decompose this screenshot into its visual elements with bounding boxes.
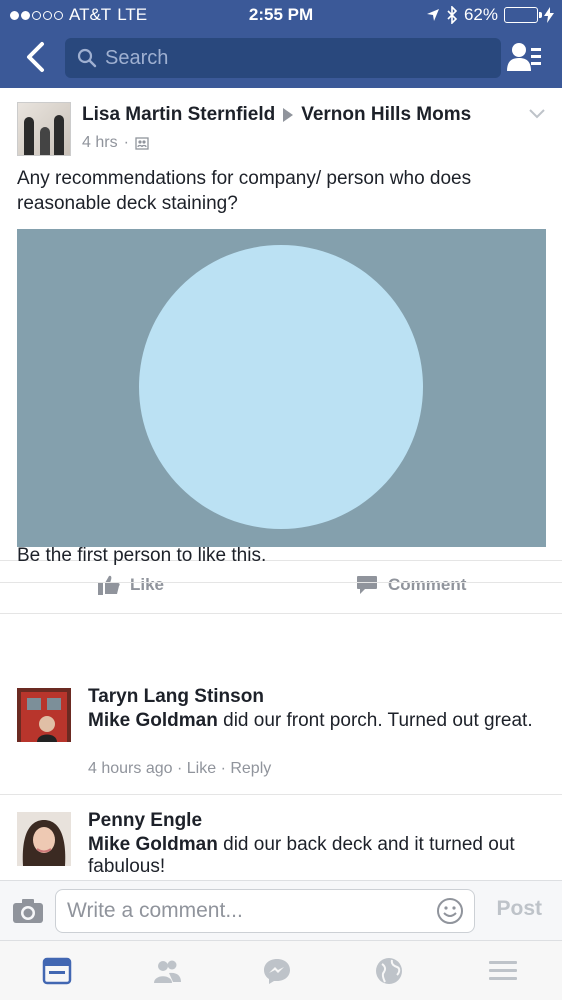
globe-notifications-icon[interactable] [374, 957, 404, 985]
search-placeholder: Search [105, 46, 169, 69]
messenger-icon[interactable] [262, 957, 292, 985]
commenter-avatar[interactable] [17, 688, 71, 742]
comment-meta: 4 hours ago · Like · Reply [88, 760, 271, 778]
comment-placeholder: Write a comment... [67, 899, 243, 922]
battery-icon [504, 7, 542, 23]
comment-text: Mike Goldman did our back deck and it tu… [88, 834, 543, 878]
post-actions: Like Comment [0, 560, 562, 614]
comment-reply-link[interactable]: Reply [230, 760, 271, 777]
comment-composer: Write a comment... Post [0, 880, 562, 940]
comment-like-link[interactable]: Like [187, 760, 216, 777]
post-header: Lisa Martin Sternfield Vernon Hills Moms [82, 104, 471, 126]
mention-link[interactable]: Mike Goldman [88, 834, 218, 855]
friends-icon[interactable] [152, 957, 182, 985]
comment-button[interactable]: Comment [356, 575, 466, 595]
meta-dot: · [220, 760, 231, 777]
news-feed-icon[interactable] [42, 957, 72, 985]
post-button[interactable]: Post [496, 897, 542, 921]
top-navigation-bar: AT&T LTE 2:55 PM 62% Search [0, 0, 562, 88]
divider [0, 582, 562, 583]
image-placeholder-circle [139, 245, 423, 529]
post-text: Any recommendations for company/ person … [17, 168, 472, 214]
comment-input[interactable]: Write a comment... [55, 889, 475, 933]
divider [0, 794, 562, 795]
chevron-down-icon[interactable] [528, 108, 546, 120]
charging-bolt-icon [544, 7, 554, 23]
comment-bubble-icon [357, 576, 377, 594]
bluetooth-icon [447, 6, 458, 24]
comment-label: Comment [388, 575, 467, 594]
meta-dot: · [123, 134, 129, 151]
like-button[interactable]: Like [98, 575, 164, 595]
comment-text: Mike Goldman did our front porch. Turned… [88, 710, 543, 732]
status-bar: AT&T LTE 2:55 PM 62% [0, 0, 562, 30]
search-icon [77, 48, 97, 68]
search-bar[interactable]: Search [65, 38, 501, 78]
author-avatar[interactable] [17, 102, 71, 156]
location-arrow-icon [426, 9, 439, 21]
commenter-name[interactable]: Taryn Lang Stinson [88, 686, 264, 708]
battery-percent: 62% [463, 5, 498, 24]
meta-dot: · [176, 760, 187, 777]
likes-summary: Be the first person to like this. [17, 545, 267, 566]
like-label: Like [130, 575, 165, 594]
bottom-tab-bar [0, 940, 562, 1000]
comment-time: 4 hours ago [88, 760, 173, 777]
thumbs-up-icon [98, 575, 120, 595]
friend-requests-icon[interactable] [506, 40, 542, 74]
group-privacy-icon [135, 137, 149, 150]
back-chevron-icon[interactable] [20, 40, 50, 74]
group-name[interactable]: Vernon Hills Moms [301, 104, 471, 126]
camera-icon[interactable] [12, 898, 44, 924]
mention-link[interactable]: Mike Goldman [88, 710, 218, 731]
post-time[interactable]: 4 hrs [82, 134, 118, 152]
post-meta: 4 hrs · [82, 134, 149, 152]
menu-hamburger-icon[interactable] [488, 957, 518, 985]
commenter-avatar[interactable] [17, 812, 71, 866]
emoji-icon[interactable] [436, 897, 464, 925]
commenter-name[interactable]: Penny Engle [88, 810, 202, 832]
arrow-right-icon [283, 108, 294, 122]
author-name[interactable]: Lisa Martin Sternfield [82, 104, 275, 126]
comment-body: did our front porch. Turned out great. [217, 710, 533, 731]
post-image[interactable] [17, 229, 546, 547]
